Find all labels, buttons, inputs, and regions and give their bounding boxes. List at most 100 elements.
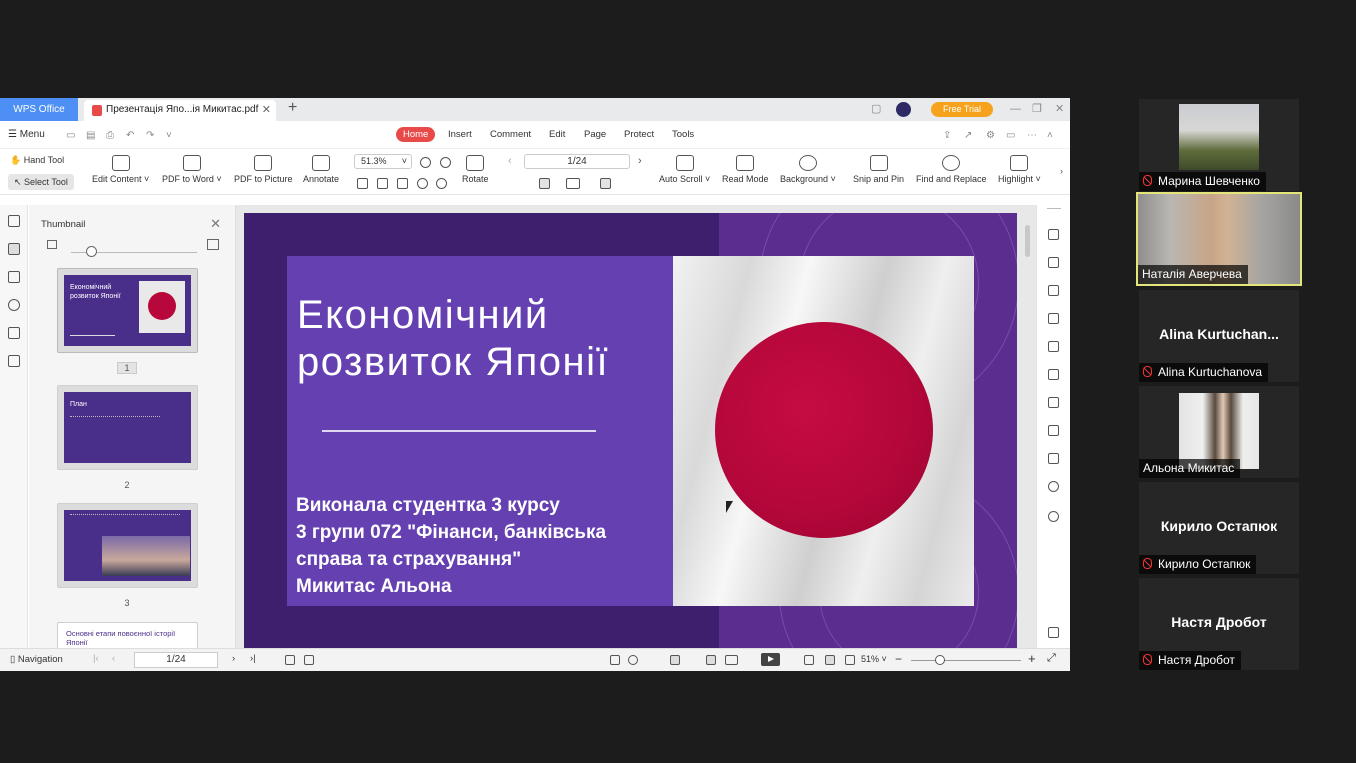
scrollbar-thumb[interactable] bbox=[1025, 225, 1030, 257]
doc-properties-icon[interactable] bbox=[1048, 229, 1059, 240]
status-page-input[interactable]: 1/24 bbox=[134, 652, 218, 668]
compare-icon[interactable] bbox=[1048, 397, 1059, 408]
hand-tool-button[interactable]: ✋ Hand Tool bbox=[10, 155, 64, 166]
bookmark-icon[interactable] bbox=[8, 215, 20, 227]
previous-page-icon[interactable]: ‹ bbox=[508, 155, 512, 167]
vertical-scrollbar[interactable] bbox=[1023, 215, 1031, 645]
user-avatar[interactable] bbox=[896, 102, 911, 117]
continuous-view-icon[interactable] bbox=[670, 655, 680, 665]
thumbnail-page-2[interactable]: План bbox=[57, 385, 198, 470]
next-page-icon[interactable]: › bbox=[232, 653, 235, 664]
page-number-input[interactable]: 1/24 bbox=[524, 154, 630, 169]
single-page-icon[interactable] bbox=[539, 178, 550, 189]
export-icon[interactable]: ↗ bbox=[964, 130, 972, 141]
fullscreen-icon[interactable]: ⤢ bbox=[1047, 652, 1056, 665]
comment-panel-icon[interactable] bbox=[8, 271, 20, 283]
edit-content-button[interactable]: Edit Content ˅ bbox=[92, 155, 149, 184]
participant-tile[interactable]: Кирило Остапюк Кирило Остапюк bbox=[1139, 482, 1299, 574]
new-tab-button[interactable]: + bbox=[288, 99, 297, 117]
chevron-down-icon[interactable]: ˅ bbox=[166, 130, 172, 141]
workspace-icon[interactable]: ▢ bbox=[871, 98, 881, 121]
print-icon[interactable] bbox=[1048, 425, 1059, 436]
thumbnail-page-1[interactable]: Економічний розвиток Японії bbox=[57, 268, 198, 353]
collapse-ribbon-icon[interactable]: ˄ bbox=[1047, 130, 1053, 141]
more-icon[interactable]: ⋯ bbox=[1027, 130, 1037, 141]
sign-icon[interactable] bbox=[1048, 369, 1059, 380]
help-icon[interactable] bbox=[1048, 511, 1059, 522]
annotate-button[interactable]: Annotate bbox=[303, 155, 339, 184]
large-thumbnail-icon[interactable] bbox=[207, 239, 219, 250]
close-panel-icon[interactable]: ✕ bbox=[210, 216, 221, 232]
participant-tile[interactable]: Альона Микитас bbox=[1139, 386, 1299, 478]
thumbnail-size-slider-knob[interactable] bbox=[86, 246, 97, 257]
thumbnail-page-4[interactable]: Основні етапи повоєнної історії Японії bbox=[57, 622, 198, 650]
read-mode-button[interactable]: Read Mode bbox=[722, 155, 769, 184]
tab-comment[interactable]: Comment bbox=[490, 129, 531, 140]
zoom-search-icon[interactable] bbox=[1048, 481, 1059, 492]
fit-screen-icon[interactable] bbox=[610, 655, 620, 665]
background-button[interactable]: Background ˅ bbox=[780, 155, 836, 184]
tab-protect[interactable]: Protect bbox=[624, 129, 654, 140]
two-page-icon[interactable] bbox=[566, 178, 580, 189]
participant-tile[interactable]: Alina Kurtuchan... Alina Kurtuchanova bbox=[1139, 290, 1299, 382]
layers-icon[interactable] bbox=[8, 355, 20, 367]
fit-page-icon[interactable] bbox=[377, 178, 388, 189]
open-folder-icon[interactable]: ▭ bbox=[66, 130, 75, 141]
close-window-button[interactable]: ✕ bbox=[1055, 98, 1064, 121]
pdf-to-word-button[interactable]: PDF to Word ˅ bbox=[162, 155, 222, 184]
minimize-button[interactable]: — bbox=[1010, 98, 1021, 121]
continuous-icon[interactable] bbox=[600, 178, 611, 189]
attachment-icon[interactable] bbox=[8, 299, 20, 311]
print-icon[interactable]: ⎙ bbox=[106, 130, 114, 141]
participant-tile-active-speaker[interactable]: Наталія Аверчева bbox=[1136, 192, 1302, 286]
export-pdf-icon[interactable] bbox=[1048, 285, 1059, 296]
actual-size-icon[interactable] bbox=[804, 655, 814, 665]
actual-size-icon[interactable] bbox=[357, 178, 368, 189]
wps-office-tab[interactable]: WPS Office bbox=[0, 98, 78, 121]
find-and-replace-button[interactable]: Find and Replace bbox=[916, 155, 987, 184]
zoom-out-icon[interactable] bbox=[420, 157, 431, 168]
forward-icon[interactable] bbox=[304, 655, 314, 665]
undo-icon[interactable]: ↶ bbox=[126, 130, 134, 141]
save-icon[interactable]: ▤ bbox=[86, 130, 95, 141]
thumbnail-page-3[interactable] bbox=[57, 503, 198, 588]
ribbon-scroll-right-icon[interactable]: › bbox=[1060, 166, 1063, 176]
thumbnail-icon[interactable] bbox=[8, 243, 20, 255]
free-trial-button[interactable]: Free Trial bbox=[931, 102, 993, 117]
redo-icon[interactable]: ↷ bbox=[146, 130, 154, 141]
participant-tile[interactable]: Настя Дробот Настя Дробот bbox=[1139, 578, 1299, 670]
eye-protection-icon[interactable] bbox=[628, 655, 638, 665]
next-page-icon[interactable]: › bbox=[638, 155, 642, 167]
ocr-icon[interactable] bbox=[1048, 453, 1059, 464]
tab-edit[interactable]: Edit bbox=[549, 129, 565, 140]
crop-icon[interactable] bbox=[1048, 341, 1059, 352]
back-icon[interactable] bbox=[285, 655, 295, 665]
comment-icon[interactable]: ▭ bbox=[1006, 130, 1015, 141]
small-thumbnail-icon[interactable] bbox=[47, 240, 57, 249]
zoom-in-icon[interactable] bbox=[440, 157, 451, 168]
first-page-icon[interactable]: |‹ bbox=[93, 653, 99, 664]
tab-insert[interactable]: Insert bbox=[448, 129, 472, 140]
participant-tile[interactable]: Марина Шевченко bbox=[1139, 99, 1299, 191]
play-slideshow-button[interactable] bbox=[761, 653, 780, 666]
document-tab[interactable]: Презентація Япо...ія Микитас.pdf ✕ bbox=[84, 100, 276, 121]
fit-width-icon[interactable] bbox=[397, 178, 408, 189]
zoom-in-button[interactable]: + bbox=[1028, 651, 1036, 666]
single-page-view-icon[interactable] bbox=[706, 655, 716, 665]
document-viewer[interactable]: Економічний розвиток Японії Виконала сту… bbox=[236, 205, 1036, 650]
navigation-toggle[interactable]: ▯ Navigation bbox=[10, 654, 63, 665]
zoom-select[interactable]: 51.3% ˅ bbox=[354, 154, 412, 169]
grid-icon[interactable] bbox=[1048, 627, 1059, 638]
pdf-to-picture-button[interactable]: PDF to Picture bbox=[234, 155, 293, 184]
status-zoom-select[interactable]: 51% ˅ bbox=[861, 654, 887, 664]
snip-and-pin-button[interactable]: Snip and Pin bbox=[853, 155, 904, 184]
fit-width-icon[interactable] bbox=[845, 655, 855, 665]
form-icon[interactable] bbox=[1048, 313, 1059, 324]
rotate-left-icon[interactable] bbox=[417, 178, 428, 189]
zoom-slider-knob[interactable] bbox=[935, 655, 945, 665]
auto-scroll-button[interactable]: Auto Scroll ˅ bbox=[659, 155, 710, 184]
fit-page-icon[interactable] bbox=[825, 655, 835, 665]
menu-button[interactable]: ☰ Menu bbox=[8, 129, 45, 140]
edit-icon[interactable] bbox=[1048, 257, 1059, 268]
maximize-button[interactable]: ❐ bbox=[1032, 98, 1042, 121]
